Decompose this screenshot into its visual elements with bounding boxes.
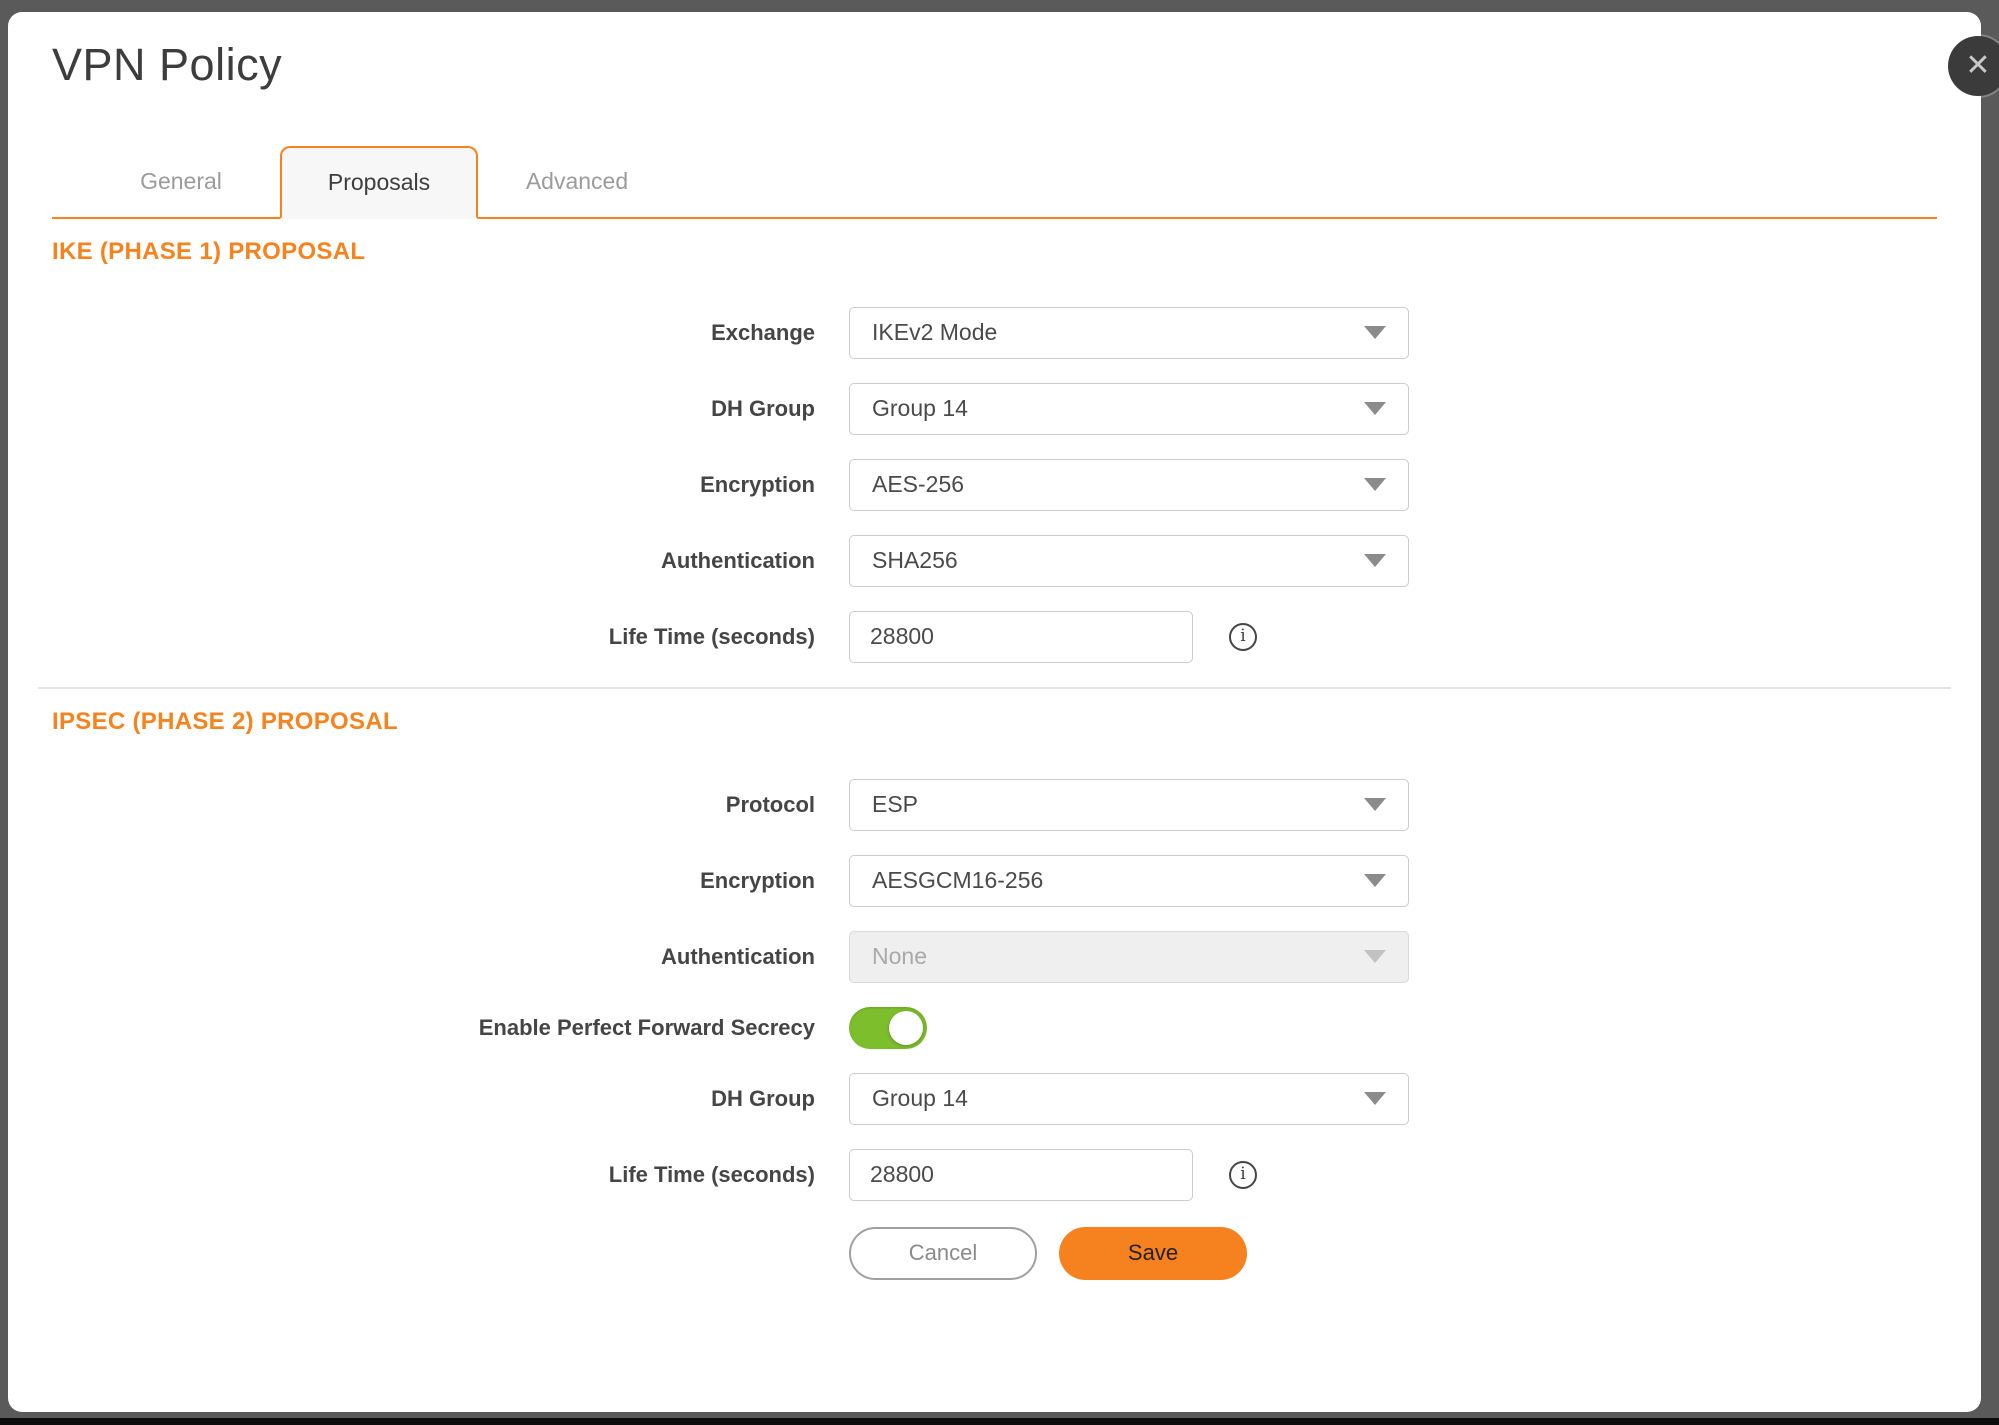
info-glyph: i: [1240, 628, 1245, 645]
tab-general[interactable]: General: [82, 147, 280, 217]
close-button[interactable]: ✕: [1948, 36, 1999, 96]
vpn-policy-dialog: VPN Policy General Proposals Advanced IK…: [8, 12, 1981, 1412]
ike-encryption-label: Encryption: [52, 472, 815, 498]
ipsec-encryption-row: Encryption AESGCM16-256: [52, 855, 1937, 907]
ipsec-authentication-label: Authentication: [52, 944, 815, 970]
info-icon[interactable]: i: [1229, 623, 1257, 651]
ipsec-encryption-value: AESGCM16-256: [872, 867, 1043, 894]
ike-authentication-row: Authentication SHA256: [52, 535, 1937, 587]
ike-encryption-value: AES-256: [872, 471, 964, 498]
protocol-select[interactable]: ESP: [849, 779, 1409, 831]
save-button[interactable]: Save: [1059, 1227, 1247, 1280]
chevron-down-icon: [1364, 326, 1386, 339]
chevron-down-icon: [1364, 874, 1386, 887]
window-bottom-edge: [0, 1418, 1999, 1425]
ipsec-dh-group-row: DH Group Group 14: [52, 1073, 1937, 1125]
chevron-down-icon: [1364, 950, 1386, 963]
ike-dh-group-label: DH Group: [52, 396, 815, 422]
ike-dh-group-row: DH Group Group 14: [52, 383, 1937, 435]
chevron-down-icon: [1364, 554, 1386, 567]
exchange-select[interactable]: IKEv2 Mode: [849, 307, 1409, 359]
ike-phase1-form: Exchange IKEv2 Mode DH Group Group 14: [52, 307, 1937, 663]
toggle-knob: [889, 1011, 923, 1045]
chevron-down-icon: [1364, 798, 1386, 811]
info-glyph: i: [1240, 1166, 1245, 1183]
screen: ✕ VPN Policy General Proposals Advanced …: [0, 0, 1999, 1425]
ike-lifetime-input[interactable]: [849, 611, 1193, 663]
page-title: VPN Policy: [52, 36, 1981, 94]
tab-bar: General Proposals Advanced: [52, 146, 1937, 219]
tab-proposals[interactable]: Proposals: [280, 146, 478, 219]
chevron-down-icon: [1364, 402, 1386, 415]
ipsec-lifetime-label: Life Time (seconds): [52, 1162, 815, 1188]
ike-dh-group-value: Group 14: [872, 395, 968, 422]
ipsec-dh-group-select[interactable]: Group 14: [849, 1073, 1409, 1125]
pfs-row: Enable Perfect Forward Secrecy: [52, 1007, 1937, 1049]
exchange-label: Exchange: [52, 320, 815, 346]
ipsec-encryption-label: Encryption: [52, 868, 815, 894]
ike-lifetime-label: Life Time (seconds): [52, 624, 815, 650]
ike-authentication-select[interactable]: SHA256: [849, 535, 1409, 587]
section-divider: [38, 687, 1951, 689]
tab-advanced[interactable]: Advanced: [478, 147, 676, 217]
ipsec-phase2-form: Protocol ESP Encryption AESGCM16-256: [52, 779, 1937, 1201]
exchange-row: Exchange IKEv2 Mode: [52, 307, 1937, 359]
ipsec-dh-group-value: Group 14: [872, 1085, 968, 1112]
protocol-label: Protocol: [52, 792, 815, 818]
ipsec-authentication-row: Authentication None: [52, 931, 1937, 983]
pfs-toggle[interactable]: [849, 1007, 927, 1049]
exchange-value: IKEv2 Mode: [872, 319, 997, 346]
ike-authentication-value: SHA256: [872, 547, 958, 574]
ike-authentication-label: Authentication: [52, 548, 815, 574]
ipsec-encryption-select[interactable]: AESGCM16-256: [849, 855, 1409, 907]
cancel-button[interactable]: Cancel: [849, 1227, 1037, 1280]
protocol-value: ESP: [872, 791, 918, 818]
ipsec-lifetime-row: Life Time (seconds) i: [52, 1149, 1937, 1201]
protocol-row: Protocol ESP: [52, 779, 1937, 831]
chevron-down-icon: [1364, 1092, 1386, 1105]
ike-encryption-row: Encryption AES-256: [52, 459, 1937, 511]
pfs-label: Enable Perfect Forward Secrecy: [52, 1015, 815, 1041]
ike-lifetime-row: Life Time (seconds) i: [52, 611, 1937, 663]
ike-encryption-select[interactable]: AES-256: [849, 459, 1409, 511]
footer-buttons: Cancel Save: [849, 1227, 1937, 1280]
ike-dh-group-select[interactable]: Group 14: [849, 383, 1409, 435]
close-icon: ✕: [1965, 51, 1990, 81]
ipsec-lifetime-input[interactable]: [849, 1149, 1193, 1201]
ipsec-authentication-select-disabled: None: [849, 931, 1409, 983]
ipsec-phase2-heading: IPSEC (PHASE 2) PROPOSAL: [52, 707, 1937, 737]
ipsec-dh-group-label: DH Group: [52, 1086, 815, 1112]
chevron-down-icon: [1364, 478, 1386, 491]
proposals-tab-content: IKE (PHASE 1) PROPOSAL Exchange IKEv2 Mo…: [8, 237, 1981, 1280]
info-icon[interactable]: i: [1229, 1161, 1257, 1189]
ipsec-authentication-value: None: [872, 943, 927, 970]
ike-phase1-heading: IKE (PHASE 1) PROPOSAL: [52, 237, 1937, 267]
